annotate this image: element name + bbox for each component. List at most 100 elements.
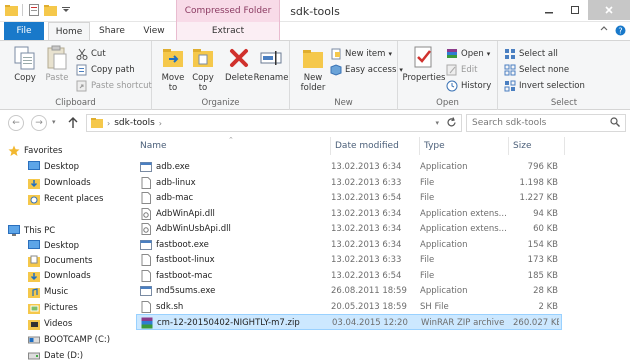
copy-to-button[interactable]: Copy to — [186, 45, 220, 93]
paste-button[interactable]: Paste — [40, 45, 74, 83]
minimize-ribbon-icon[interactable] — [598, 25, 610, 37]
breadcrumb-separator-icon: › — [107, 118, 111, 128]
file-row[interactable]: sdk.sh 20.05.2013 18:59 SH File 2 KB — [136, 299, 562, 315]
address-dropdown-icon[interactable]: ▾ — [435, 119, 439, 127]
file-icon — [140, 192, 152, 204]
select-all-icon — [504, 48, 516, 60]
open-button[interactable]: Open ▾ — [446, 47, 490, 61]
file-size: 1.227 KB — [519, 193, 558, 203]
cut-button[interactable]: Cut — [76, 47, 106, 61]
tab-view[interactable]: View — [134, 22, 174, 41]
nav-desktop[interactable]: Desktop — [28, 159, 79, 174]
properties-qat-icon[interactable] — [27, 3, 41, 17]
nav-pc-downloads[interactable]: Downloads — [28, 268, 91, 283]
refresh-icon[interactable] — [446, 117, 457, 131]
file-icon — [140, 269, 152, 282]
nav-favorites[interactable]: Favorites — [8, 143, 62, 158]
new-folder-button[interactable]: New folder — [296, 45, 330, 93]
file-size: 260.027 KB — [513, 318, 559, 328]
search-icon[interactable] — [610, 116, 620, 130]
tab-home[interactable]: Home — [48, 22, 90, 41]
close-button[interactable] — [588, 0, 630, 20]
breadcrumb[interactable]: sdk-tools — [114, 118, 155, 128]
copy-button[interactable]: Copy — [8, 45, 42, 83]
nav-bootcamp-label: BOOTCAMP (C:) — [44, 334, 111, 345]
file-row[interactable]: AdbWinUsbApi.dll 13.02.2013 6:34 Applicati… — [136, 221, 562, 237]
nav-documents[interactable]: Documents — [28, 253, 92, 268]
file-row[interactable]: fastboot-mac 13.02.2013 6:54 File 185 KB — [136, 268, 562, 284]
file-date: 13.02.2013 6:34 — [331, 208, 402, 219]
recent-locations-icon[interactable]: ▾ — [52, 118, 56, 126]
nav-bootcamp[interactable]: BOOTCAMP (C:) — [28, 332, 110, 347]
column-header-name[interactable]: Name ⌃ — [136, 136, 331, 155]
file-row[interactable]: fastboot-linux 13.02.2013 6:33 File 173 KB — [136, 252, 562, 268]
column-header-date[interactable]: Date modified — [331, 137, 420, 155]
app-icon[interactable] — [4, 3, 18, 17]
paste-shortcut-button[interactable]: Paste shortcut — [76, 79, 152, 93]
nav-recent-label: Recent places — [44, 193, 104, 204]
select-none-button[interactable]: Select none — [504, 63, 569, 77]
file-type: Application extens... — [420, 224, 507, 234]
properties-icon — [411, 45, 437, 71]
nav-this-pc[interactable]: This PC — [8, 223, 55, 238]
new-group-label: New — [334, 98, 353, 108]
videos-icon — [28, 318, 40, 330]
tab-file[interactable]: File — [4, 22, 44, 41]
move-to-button[interactable]: Move to — [156, 45, 190, 93]
nav-pc-desktop[interactable]: Desktop — [28, 238, 79, 253]
search-placeholder: Search sdk-tools — [472, 118, 547, 128]
pictures-icon — [28, 302, 40, 314]
properties-button[interactable]: Properties — [402, 45, 446, 83]
column-header-size[interactable]: Size — [509, 137, 565, 155]
search-box[interactable]: Search sdk-tools — [466, 114, 626, 132]
quick-access-toolbar — [4, 3, 73, 17]
tab-extract[interactable]: Extract — [176, 22, 280, 41]
nav-downloads[interactable]: Downloads — [28, 175, 91, 190]
nav-data-label: Date (D:) — [44, 350, 84, 361]
rename-button[interactable]: Rename — [254, 45, 288, 83]
nav-recent-places[interactable]: Recent places — [28, 191, 103, 206]
file-type: File — [420, 193, 435, 203]
history-button[interactable]: History — [446, 79, 491, 93]
delete-label: Delete — [225, 73, 253, 83]
file-type: File — [420, 270, 435, 281]
tab-share[interactable]: Share — [92, 22, 132, 41]
file-row[interactable]: adb-linux 13.02.2013 6:33 File 1.198 KB — [136, 175, 562, 191]
dll-icon — [140, 207, 152, 220]
file-type: Application — [420, 286, 468, 296]
nav-pictures[interactable]: Pictures — [28, 300, 78, 315]
qat-dropdown-icon[interactable] — [59, 3, 73, 17]
file-row[interactable]: AdbWinApi.dll 13.02.2013 6:34 Application … — [136, 206, 562, 222]
edit-button[interactable]: Edit — [446, 63, 477, 77]
clipboard-group-label: Clipboard — [55, 98, 96, 108]
copy-path-button[interactable]: Copy path — [76, 63, 135, 77]
file-row[interactable]: adb-mac 13.02.2013 6:54 File 1.227 KB — [136, 190, 562, 206]
file-row[interactable]: cm-12-20150402-NIGHTLY-m7.zip 03.04.2015 … — [136, 314, 562, 330]
new-folder-qat-icon[interactable] — [43, 3, 57, 17]
select-all-button[interactable]: Select all — [504, 47, 558, 61]
easy-access-button[interactable]: Easy access ▾ — [330, 63, 403, 77]
maximize-button[interactable] — [562, 0, 588, 20]
invert-selection-button[interactable]: Invert selection — [504, 79, 585, 93]
column-header-type[interactable]: Type — [420, 137, 509, 155]
file-row[interactable]: adb.exe 13.02.2013 6:34 Application 796 KB — [136, 159, 562, 175]
delete-button[interactable]: Delete — [222, 45, 256, 83]
new-item-button[interactable]: New item ▾ — [330, 47, 392, 61]
nav-documents-label: Documents — [44, 255, 93, 266]
address-row: ← → ▾ › sdk-tools › ▾ Search sdk-tools — [0, 111, 630, 135]
file-name: md5sums.exe — [156, 286, 216, 296]
nav-data-drive[interactable]: Date (D:) — [28, 348, 83, 363]
nav-music[interactable]: Music — [28, 284, 68, 299]
file-row[interactable]: fastboot.exe 13.02.2013 6:34 Application 15… — [136, 237, 562, 253]
nav-videos[interactable]: Videos — [28, 316, 72, 331]
new-item-label: New item — [345, 49, 386, 59]
back-button[interactable]: ← — [8, 115, 24, 131]
forward-button[interactable]: → — [31, 115, 47, 131]
file-row[interactable]: md5sums.exe 26.08.2011 18:59 Application 28… — [136, 283, 562, 299]
help-icon[interactable]: ? — [614, 25, 626, 37]
up-button[interactable] — [66, 115, 80, 131]
minimize-button[interactable] — [536, 0, 562, 20]
address-bar[interactable]: › sdk-tools › ▾ — [86, 114, 462, 132]
documents-icon — [28, 255, 40, 267]
nav-favorites-label: Favorites — [24, 145, 63, 156]
